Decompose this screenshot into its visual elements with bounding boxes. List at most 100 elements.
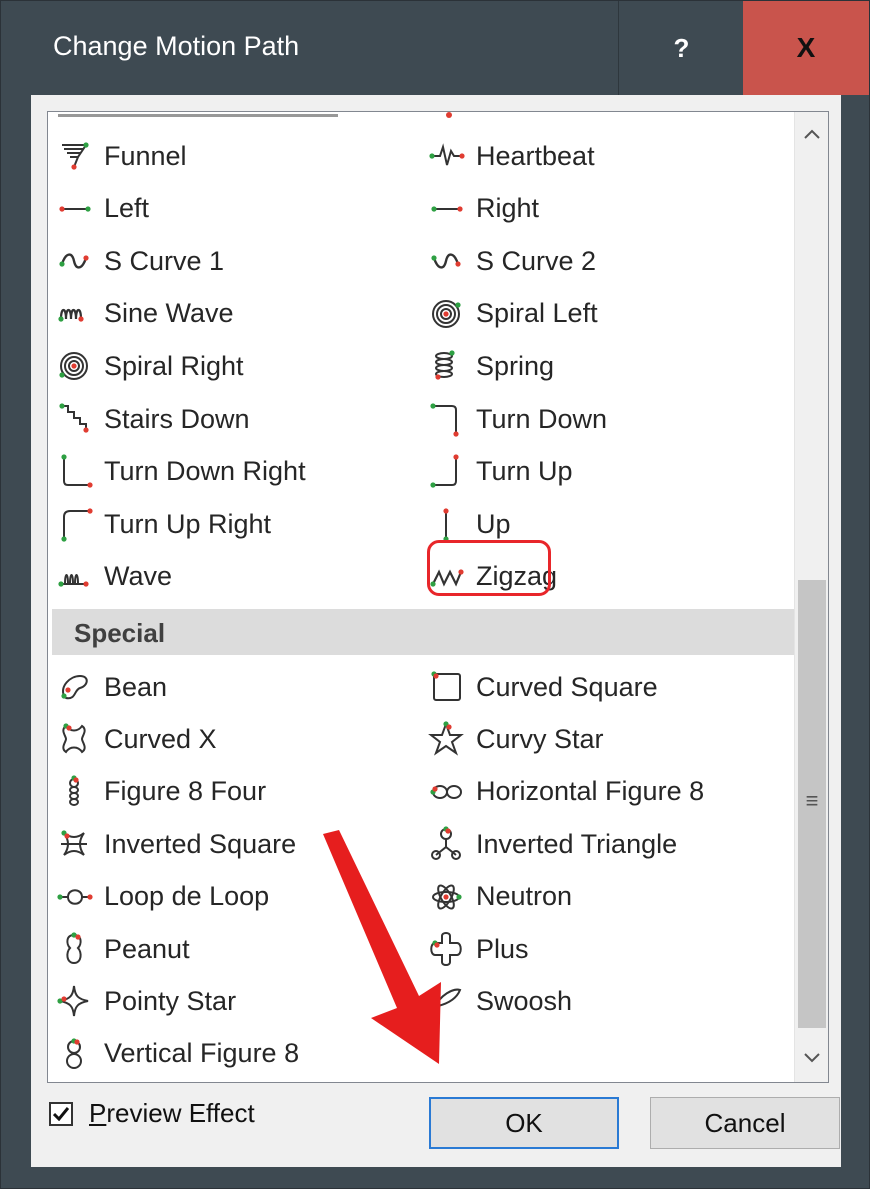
list-item-label: Inverted Triangle bbox=[476, 828, 678, 859]
list-item-label: Curved Square bbox=[476, 671, 658, 702]
list-item-label: Pointy Star bbox=[104, 985, 237, 1016]
preview-effect-checkbox[interactable] bbox=[49, 1101, 73, 1126]
list-item-label: Wave bbox=[104, 561, 173, 592]
pointy-star-icon bbox=[57, 984, 104, 1018]
list-item-spring[interactable]: Spring bbox=[430, 344, 554, 388]
list-item-label: Turn Up bbox=[476, 456, 573, 487]
list-item-label: Up bbox=[476, 508, 511, 539]
peanut-icon bbox=[58, 932, 104, 966]
line-left-icon bbox=[58, 192, 104, 226]
list-item-label: Spiral Right bbox=[104, 350, 244, 381]
list-item-label: S Curve 2 bbox=[476, 245, 597, 276]
list-item-label: Spring bbox=[476, 350, 555, 381]
ok-button[interactable]: OK bbox=[429, 1097, 619, 1149]
list-item-label: Curved X bbox=[104, 723, 217, 754]
vertical-scrollbar[interactable]: ≡ bbox=[794, 112, 828, 1082]
list-item-stairs-down[interactable]: Stairs Down bbox=[58, 397, 250, 441]
checkmark-icon bbox=[53, 1106, 69, 1121]
turn-down-icon bbox=[430, 402, 476, 437]
up-highlight-box bbox=[427, 540, 551, 596]
list-item-label: Peanut bbox=[104, 933, 190, 964]
cancel-button[interactable]: Cancel bbox=[650, 1097, 840, 1149]
list-item-label: Heartbeat bbox=[476, 140, 595, 171]
s-curve-2-icon bbox=[430, 244, 476, 278]
list-item-horizontal-figure-8[interactable]: Horizontal Figure 8 bbox=[430, 770, 704, 814]
scroll-up-arrow-icon[interactable] bbox=[795, 114, 828, 154]
line-right-icon bbox=[430, 192, 476, 226]
list-item-label: Right bbox=[476, 193, 540, 224]
scroll-down-arrow-icon[interactable] bbox=[795, 1038, 828, 1078]
list-item-label: Curvy Star bbox=[476, 723, 604, 754]
list-item-s-curve-2[interactable]: S Curve 2 bbox=[430, 239, 596, 283]
inverted-square-icon bbox=[58, 827, 104, 861]
preview-effect-label: Preview Effect bbox=[89, 1098, 255, 1128]
curved-square-icon bbox=[430, 670, 476, 704]
special-category-header: Special bbox=[52, 609, 794, 655]
list-item-bean[interactable]: Bean bbox=[58, 665, 167, 709]
list-item-vertical-figure-8[interactable]: Vertical Figure 8 bbox=[58, 1032, 299, 1076]
figure-8-four-icon bbox=[58, 775, 104, 809]
turn-up-icon bbox=[430, 453, 476, 489]
curvy-star-icon bbox=[428, 721, 476, 757]
list-item-loop-de-loop[interactable]: Loop de Loop bbox=[57, 875, 270, 919]
turn-down-right-icon bbox=[58, 453, 104, 489]
list-item-s-curve-1[interactable]: S Curve 1 bbox=[58, 239, 224, 283]
list-item-funnel[interactable]: Funnel bbox=[58, 134, 187, 178]
list-item-peanut[interactable]: Peanut bbox=[58, 927, 190, 971]
list-item-label: Figure 8 Four bbox=[104, 776, 267, 807]
list-item-label: Swoosh bbox=[476, 985, 573, 1016]
list-item-pointy-star[interactable]: Pointy Star bbox=[57, 979, 237, 1023]
bean-icon bbox=[58, 670, 104, 704]
close-button[interactable]: X bbox=[743, 1, 869, 95]
wave-icon bbox=[58, 560, 104, 594]
list-item-label: Spiral Left bbox=[476, 298, 598, 329]
heartbeat-icon bbox=[429, 139, 476, 173]
list-item-spiral-right[interactable]: Spiral Right bbox=[58, 344, 244, 388]
list-item-right[interactable]: Right bbox=[430, 187, 539, 231]
list-item-spiral-left[interactable]: Spiral Left bbox=[430, 292, 598, 336]
dialog-title: Change Motion Path bbox=[53, 31, 300, 61]
list-item-curved-x[interactable]: Curved X bbox=[58, 717, 217, 761]
list-item-turn-down-right[interactable]: Turn Down Right bbox=[58, 450, 306, 494]
turn-up-right-icon bbox=[58, 507, 104, 542]
list-item-turn-up-right[interactable]: Turn Up Right bbox=[58, 502, 271, 546]
list-item-turn-down[interactable]: Turn Down bbox=[430, 397, 607, 441]
list-item-wave[interactable]: Wave bbox=[58, 555, 172, 599]
vertical-figure-8-icon bbox=[58, 1037, 104, 1071]
list-item-label: Neutron bbox=[476, 881, 573, 912]
list-item-label: Left bbox=[104, 193, 150, 224]
list-item-label: Funnel bbox=[104, 140, 187, 171]
s-curve-1-icon bbox=[58, 244, 104, 278]
title-bar: Change Motion Path ? X bbox=[1, 1, 869, 95]
list-item-inverted-triangle[interactable]: Inverted Triangle bbox=[430, 822, 677, 866]
line-up-icon bbox=[430, 507, 476, 542]
list-item-label: Bean bbox=[104, 671, 168, 702]
help-button[interactable]: ? bbox=[618, 1, 744, 95]
scrollbar-grip-icon: ≡ bbox=[805, 788, 819, 813]
list-item-label: Plus bbox=[476, 933, 529, 964]
list-item-label: Inverted Square bbox=[104, 828, 297, 859]
list-item-sine-wave[interactable]: Sine Wave bbox=[58, 292, 234, 336]
change-motion-path-dialog: Change Motion Path ? X Swoosh Plus Neutron… bbox=[0, 0, 870, 1189]
list-item-label: Stairs Down bbox=[104, 403, 250, 434]
list-item-curvy-star[interactable]: Curvy Star bbox=[428, 717, 604, 761]
list-item-turn-up[interactable]: Turn Up bbox=[430, 450, 573, 494]
list-item-label: Sine Wave bbox=[104, 298, 234, 329]
spiral-left-icon bbox=[430, 297, 476, 331]
list-item-label: Turn Down bbox=[476, 403, 608, 434]
list-item-heartbeat[interactable]: Heartbeat bbox=[429, 134, 595, 178]
scrollbar-thumb[interactable]: ≡ bbox=[798, 580, 826, 1028]
list-item-label: S Curve 1 bbox=[104, 245, 225, 276]
list-item-label: Horizontal Figure 8 bbox=[476, 776, 705, 807]
list-item-label: Turn Down Right bbox=[104, 456, 306, 487]
list-item-label: Loop de Loop bbox=[104, 881, 270, 912]
preview-effect-option[interactable]: Preview Effect bbox=[49, 1098, 255, 1129]
horizontal-figure-8-icon bbox=[430, 775, 476, 809]
list-item-curved-square[interactable]: Curved Square bbox=[430, 665, 658, 709]
red-annotation-arrow bbox=[323, 830, 441, 1064]
list-item-inverted-square[interactable]: Inverted Square bbox=[58, 822, 296, 866]
loop-de-loop-icon bbox=[57, 880, 104, 914]
list-item-left[interactable]: Left bbox=[58, 187, 149, 231]
funnel-icon bbox=[58, 139, 104, 173]
list-item-figure-8-four[interactable]: Figure 8 Four bbox=[58, 770, 266, 814]
